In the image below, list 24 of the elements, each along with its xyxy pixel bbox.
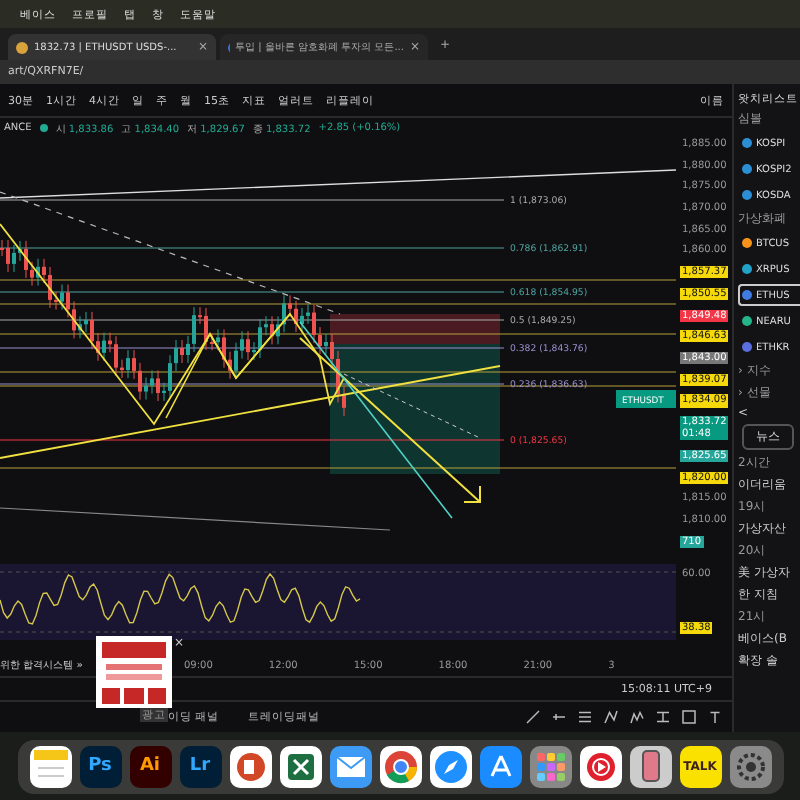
drawing-tool-icon[interactable] — [680, 708, 698, 726]
app-icon[interactable]: Ai — [129, 745, 171, 787]
mail-icon[interactable] — [329, 745, 371, 787]
drawing-tool-icon[interactable] — [524, 708, 542, 726]
drawing-tool-icon[interactable] — [706, 708, 724, 726]
drawing-tool-icon[interactable] — [654, 708, 672, 726]
app-icon[interactable]: Ps — [79, 745, 121, 787]
notes-icon[interactable] — [29, 745, 71, 787]
browser-icon[interactable] — [379, 745, 421, 787]
app-store-icon[interactable] — [479, 745, 521, 787]
app-icon[interactable]: Lr — [179, 745, 221, 787]
wave-line — [165, 313, 291, 419]
dashed-trend-line — [343, 373, 481, 439]
site-icon — [16, 41, 28, 53]
drawing-tool-icon[interactable] — [576, 708, 594, 726]
settings-icon[interactable] — [729, 745, 771, 787]
drawing-tool-icon[interactable] — [550, 708, 568, 726]
slides-app-icon[interactable] — [229, 745, 271, 787]
spreadsheet-app-icon[interactable] — [279, 745, 321, 787]
phone-icon[interactable] — [629, 745, 671, 787]
compass-icon[interactable] — [429, 745, 471, 787]
launcher-icon[interactable] — [529, 745, 571, 787]
status-dot-icon — [39, 124, 48, 132]
music-app-icon[interactable] — [579, 745, 621, 787]
